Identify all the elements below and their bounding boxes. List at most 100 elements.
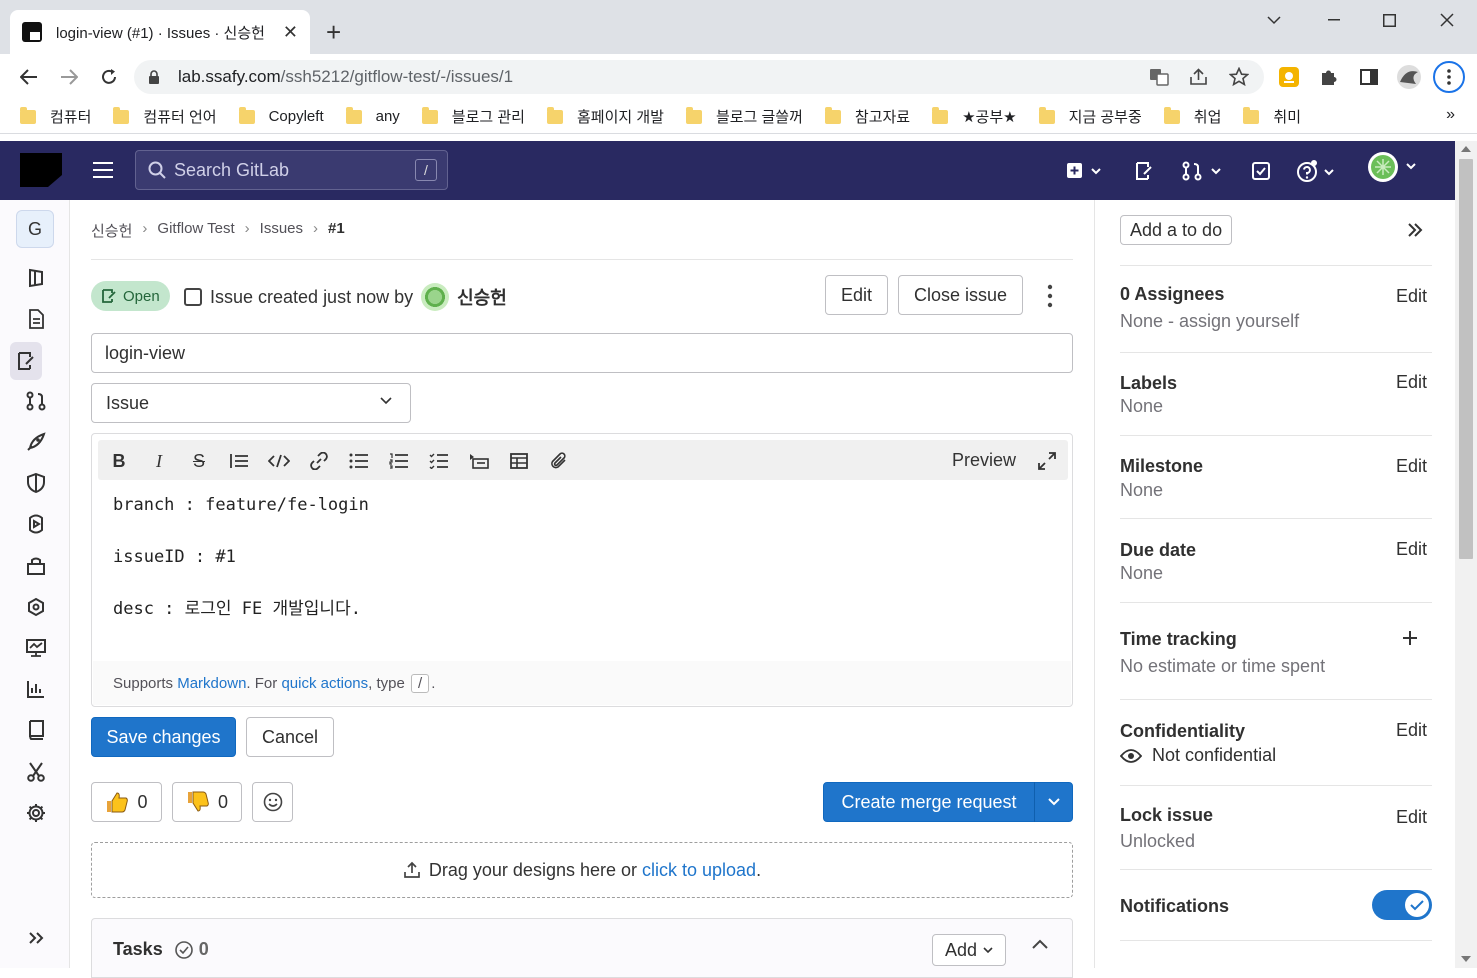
notifications-toggle[interactable] (1372, 890, 1432, 920)
extension-yellow-icon[interactable] (1276, 64, 1302, 90)
side-panel-icon[interactable] (1356, 64, 1382, 90)
task-list-icon[interactable] (428, 450, 450, 472)
address-bar[interactable]: lab.ssafy.com/ssh5212/gitflow-test/-/iss… (134, 60, 1264, 94)
analytics-icon[interactable] (24, 677, 48, 701)
window-close-icon[interactable] (1425, 8, 1469, 32)
create-merge-request-button[interactable]: Create merge request (823, 782, 1073, 822)
milestone-edit-button[interactable]: Edit (1396, 456, 1427, 477)
design-dropzone[interactable]: Drag your designs here or click to uploa… (91, 842, 1073, 898)
thumbs-down-button[interactable]: 0 (172, 782, 242, 822)
bookmark-folder[interactable]: 취업 (1163, 106, 1221, 127)
breadcrumb-user[interactable]: 신승헌 (91, 220, 132, 241)
title-input[interactable]: login-view (91, 333, 1073, 373)
project-avatar[interactable]: G (16, 210, 54, 248)
issues-nav-icon[interactable] (10, 342, 42, 380)
add-reaction-button[interactable] (252, 782, 293, 822)
chevron-up-icon[interactable] (1032, 939, 1048, 949)
todos-icon[interactable] (1251, 159, 1271, 183)
add-todo-button[interactable]: Add a to do (1120, 215, 1233, 245)
issues-icon[interactable] (1134, 159, 1154, 183)
bullet-list-icon[interactable] (348, 450, 370, 472)
scroll-up-icon[interactable] (1461, 146, 1471, 152)
cancel-button[interactable]: Cancel (246, 717, 334, 757)
numbered-list-icon[interactable] (388, 450, 410, 472)
bookmark-folder[interactable]: 컴퓨터 (20, 106, 91, 127)
author-name[interactable]: 신승헌 (457, 284, 507, 310)
plus-icon[interactable] (1402, 630, 1418, 646)
translate-icon[interactable] (1146, 64, 1172, 90)
profile-avatar-icon[interactable] (1396, 64, 1422, 90)
menu-icon[interactable] (92, 160, 114, 180)
infrastructure-icon[interactable] (24, 595, 48, 619)
thumbs-up-button[interactable]: 0 (91, 782, 162, 822)
description-textarea[interactable]: branch : feature/fe-login issueID : #1 d… (113, 492, 369, 622)
bookmark-folder[interactable]: 지금 공부중 (1038, 106, 1142, 127)
chrome-menu-icon[interactable] (1433, 61, 1465, 93)
bookmark-folder[interactable]: 취미 (1243, 106, 1301, 127)
edit-button[interactable]: Edit (825, 275, 888, 315)
quick-actions-link[interactable]: quick actions (281, 675, 368, 692)
packages-icon[interactable] (24, 554, 48, 578)
bookmark-star-icon[interactable] (1226, 64, 1252, 90)
bookmark-folder[interactable]: any (345, 106, 400, 125)
breadcrumb-current[interactable]: #1 (328, 220, 345, 241)
bold-icon[interactable]: B (108, 450, 130, 472)
italic-icon[interactable]: I (148, 450, 170, 472)
new-tab-icon[interactable]: + (326, 16, 341, 48)
author-avatar[interactable] (421, 283, 450, 311)
search-input[interactable]: Search GitLab / (135, 150, 448, 190)
deployments-icon[interactable] (24, 512, 48, 536)
bookmark-folder[interactable]: ★공부★ (932, 106, 1017, 127)
due-date-edit-button[interactable]: Edit (1396, 539, 1427, 560)
attach-file-icon[interactable] (548, 450, 570, 472)
chevron-down-icon[interactable] (1035, 798, 1072, 806)
upload-link[interactable]: click to upload (642, 860, 756, 880)
tab-search-icon[interactable] (1252, 8, 1296, 32)
assignees-edit-button[interactable]: Edit (1396, 286, 1427, 307)
bookmark-folder[interactable]: 블로그 관리 (421, 106, 525, 127)
bookmark-folder[interactable]: 블로그 글쓸꺼 (685, 106, 803, 127)
wiki-book-icon[interactable] (24, 718, 48, 742)
bookmark-folder[interactable]: Copyleft (238, 106, 324, 125)
create-new-icon[interactable] (1066, 159, 1102, 183)
more-actions-icon[interactable] (1046, 284, 1054, 308)
table-icon[interactable] (508, 450, 530, 472)
merge-requests-nav-icon[interactable] (24, 389, 48, 413)
merge-requests-icon[interactable] (1182, 159, 1224, 183)
user-avatar[interactable] (1367, 152, 1419, 182)
link-icon[interactable] (308, 450, 330, 472)
save-changes-button[interactable]: Save changes (91, 717, 236, 757)
forward-icon[interactable] (56, 64, 82, 90)
assignees-value[interactable]: None - assign yourself (1120, 311, 1299, 332)
maximize-icon[interactable] (1367, 8, 1411, 32)
breadcrumb-project[interactable]: Gitflow Test (157, 220, 234, 241)
scrollbar-thumb[interactable] (1459, 159, 1473, 559)
settings-gear-icon[interactable] (24, 801, 48, 825)
quote-icon[interactable] (228, 450, 250, 472)
minimize-icon[interactable] (1312, 8, 1356, 32)
monitor-icon[interactable] (24, 636, 48, 660)
gitlab-logo[interactable] (20, 153, 62, 187)
page-scrollbar[interactable] (1455, 141, 1477, 968)
tab-close-icon[interactable]: ✕ (283, 22, 298, 43)
fullscreen-icon[interactable] (1036, 450, 1058, 472)
labels-edit-button[interactable]: Edit (1396, 372, 1427, 393)
reload-icon[interactable] (96, 64, 122, 90)
snippets-scissors-icon[interactable] (24, 760, 48, 784)
expand-sidebar-icon[interactable] (24, 926, 48, 950)
code-icon[interactable] (268, 450, 290, 472)
close-issue-button[interactable]: Close issue (898, 275, 1023, 315)
project-overview-icon[interactable] (24, 266, 48, 290)
markdown-link[interactable]: Markdown (177, 675, 246, 692)
extensions-puzzle-icon[interactable] (1316, 64, 1342, 90)
collapsible-section-icon[interactable] (468, 450, 490, 472)
bookmark-folder[interactable]: 홈페이지 개발 (546, 106, 664, 127)
collapse-sidebar-icon[interactable] (1407, 222, 1423, 238)
security-shield-icon[interactable] (24, 471, 48, 495)
add-task-button[interactable]: Add (932, 934, 1006, 966)
strikethrough-icon[interactable]: S (188, 450, 210, 472)
back-icon[interactable] (16, 64, 42, 90)
preview-tab[interactable]: Preview (952, 450, 1016, 471)
share-icon[interactable] (1186, 64, 1212, 90)
confidentiality-edit-button[interactable]: Edit (1396, 720, 1427, 741)
